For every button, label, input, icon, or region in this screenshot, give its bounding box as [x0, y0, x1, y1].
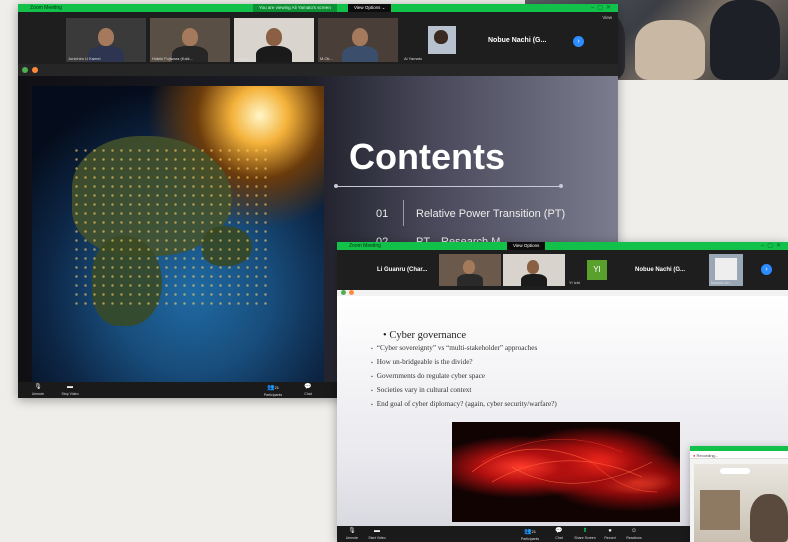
bullet-item: End goal of cyber diplomacy? (again, cyb… — [371, 398, 557, 412]
window-title: Zoom Meeting — [30, 5, 62, 11]
participant-tile[interactable]: Ai Yamato — [402, 18, 482, 62]
participant-tile[interactable]: YI Yl Ichi — [567, 254, 629, 286]
title-divider — [334, 184, 563, 188]
share-status-icon — [22, 67, 28, 73]
participant-name-tile[interactable]: Nobue Nachi (G... — [635, 254, 699, 286]
microphone-icon: 🎙 — [348, 528, 356, 534]
screen-share-notice: You are viewing Ali Yamato's screen — [253, 4, 337, 12]
video-camera-icon: ▬ — [67, 384, 73, 390]
chat-icon: 💬 — [555, 528, 563, 534]
participant-tile[interactable]: Junichiro U Kamei — [66, 18, 146, 62]
participant-strip: Li Guanru (Char... YI Yl Ichi Nobue Nach… — [337, 250, 788, 290]
share-indicator-icon — [32, 67, 38, 73]
participants-button[interactable]: 👥21 Participants — [517, 527, 543, 541]
participant-tile[interactable] — [439, 254, 501, 286]
participant-initials: YI — [587, 260, 607, 280]
stop-video-button[interactable]: ▬ Stop Video — [56, 383, 84, 396]
window-controls[interactable]: –▢✕ — [761, 242, 784, 249]
chat-button[interactable]: 💬 Chat — [298, 383, 318, 396]
bullet-list: “Cyber sovereignty” vs “multi-stakeholde… — [371, 342, 557, 412]
participant-tile[interactable]: Masaki Ab... — [709, 254, 743, 286]
participants-icon: 👥 — [267, 385, 275, 391]
participant-strip: Junichiro U Kamei Hideki Fujiwara (Kaik.… — [18, 12, 618, 64]
chat-button[interactable]: 💬 Chat — [551, 527, 567, 540]
record-button[interactable]: ● Record — [601, 527, 619, 540]
participants-button[interactable]: 👥21 Participants — [258, 383, 288, 397]
unmute-button[interactable]: 🎙 Unmute — [26, 383, 50, 396]
item-number: 01 — [376, 208, 389, 220]
participant-tile[interactable]: M.Ok... — [318, 18, 398, 62]
participant-name: Ai Yamato — [404, 56, 423, 61]
active-speaker-name: Nobue Nachi (G... — [488, 18, 578, 62]
reactions-icon: ☺ — [630, 528, 638, 534]
bullet-item: How un-bridgeable is the divide? — [371, 356, 557, 370]
participant-name: Yl Ichi — [569, 280, 580, 285]
share-screen-button[interactable]: ⬆ Share Screen — [573, 527, 597, 540]
view-options-button[interactable]: View Options ⌄ — [348, 4, 392, 12]
screenshot-collage: Zoom Meeting You are viewing Ali Yamato'… — [0, 0, 788, 542]
participant-name: Junichiro U Kamei — [68, 56, 101, 61]
share-indicator-icon — [349, 290, 354, 295]
start-video-button[interactable]: ▬ Start Video — [365, 527, 389, 540]
participant-tile[interactable] — [503, 254, 565, 286]
bullet-item: “Cyber sovereignty” vs “multi-stakeholde… — [371, 342, 557, 356]
view-options-button[interactable]: View Options — [507, 242, 546, 250]
slide-title: Contents — [349, 136, 505, 177]
earth-image — [32, 86, 324, 382]
zoom-window-camera: ● Recording... — [690, 446, 788, 542]
item-text: Relative Power Transition (PT) — [416, 208, 566, 220]
share-status-icon — [341, 290, 346, 295]
window-controls[interactable]: –▢✕ — [591, 4, 614, 11]
record-icon: ● — [608, 528, 612, 534]
participants-icon: 👥 — [524, 529, 532, 535]
participant-name: M.Ok... — [320, 56, 333, 61]
bullet-item: Governments do regulate cyber space — [371, 370, 557, 384]
world-network-map — [452, 422, 680, 522]
camera-feed — [694, 464, 788, 542]
title-bar: Zoom Meeting You are viewing Ali Yamato'… — [18, 4, 618, 12]
next-page-icon[interactable]: › — [573, 36, 584, 47]
recording-bar: ● Recording... — [690, 451, 788, 459]
participant-name: Hideki Fujiwara (Kaik... — [152, 56, 193, 61]
participant-name-tile[interactable]: Li Guanru (Char... — [377, 254, 437, 286]
slide-heading: • Cyber governance — [383, 330, 466, 341]
microphone-icon: 🎙 — [34, 384, 42, 390]
unmute-button[interactable]: 🎙 Unmute — [343, 527, 361, 540]
reactions-button[interactable]: ☺ Reactions — [623, 527, 645, 540]
view-label[interactable]: View — [602, 15, 612, 20]
video-camera-icon: ▬ — [374, 528, 380, 534]
chat-icon: 💬 — [304, 384, 312, 390]
participant-tile[interactable]: Hideki Fujiwara (Kaik... — [150, 18, 230, 62]
share-header — [18, 64, 618, 76]
participant-tile[interactable]: Yanagishi... — [234, 18, 314, 62]
bullet-item: Societies vary in cultural context — [371, 384, 557, 398]
participant-name: Masaki Ab... — [711, 280, 733, 285]
next-page-icon[interactable]: › — [761, 264, 772, 275]
window-title: Zoom Meeting — [349, 243, 381, 249]
title-bar: Zoom Meeting View Options –▢✕ — [337, 242, 788, 250]
item-separator — [403, 200, 404, 226]
share-screen-icon: ⬆ — [582, 528, 588, 534]
participant-name: Yanagishi... — [236, 56, 257, 61]
